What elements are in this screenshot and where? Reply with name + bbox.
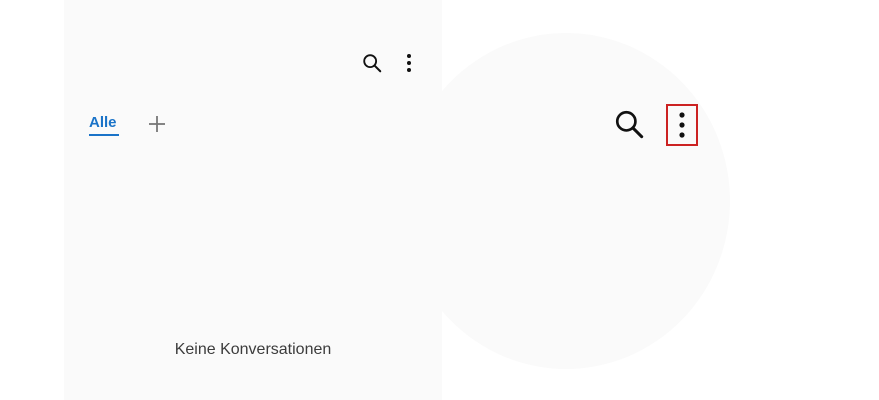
tab-all[interactable]: Alle xyxy=(89,114,117,131)
tab-all-indicator xyxy=(89,134,119,136)
more-options-button[interactable] xyxy=(397,48,421,78)
add-tab-button[interactable] xyxy=(143,110,171,138)
more-vert-icon xyxy=(407,54,411,72)
empty-state-message: Keine Konversationen xyxy=(174,341,332,358)
search-button[interactable] xyxy=(357,48,387,78)
search-icon xyxy=(615,110,644,139)
plus-icon xyxy=(149,116,165,132)
zoom-magnifier xyxy=(402,33,730,369)
more-options-button-magnified[interactable] xyxy=(666,104,698,146)
search-icon xyxy=(363,54,382,73)
more-vert-icon xyxy=(679,112,685,138)
search-button-magnified[interactable] xyxy=(608,103,650,145)
